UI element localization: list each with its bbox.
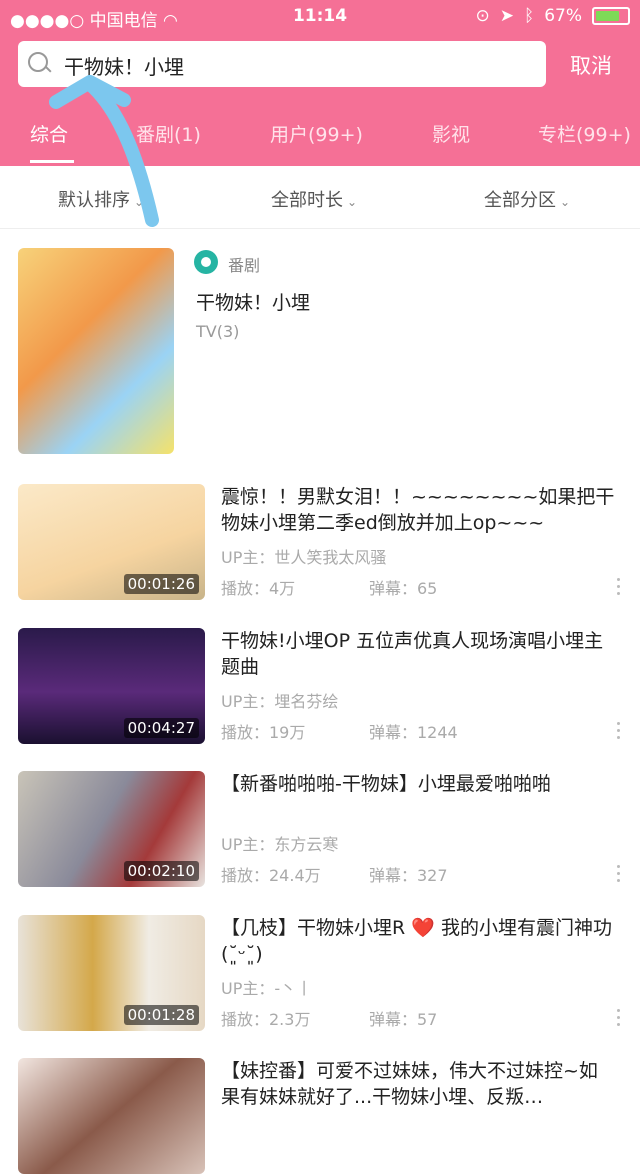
more-icon[interactable] xyxy=(617,865,621,885)
search-box[interactable] xyxy=(18,41,546,87)
video-title[interactable]: 干物妹!小埋OP 五位声优真人现场演唱小埋主题曲 xyxy=(221,628,616,680)
video-thumbnail[interactable]: 00:01:26 xyxy=(18,484,205,600)
app-header: ●●●●○ 中国电信 ◠ 11:14 ⊙ ➤ ᛒ 67% 取消 综合 番剧(1)… xyxy=(0,0,640,166)
uploader: UP主：世人笑我太风骚 xyxy=(221,548,387,567)
duration-filter[interactable]: 全部时长 ⌄ xyxy=(271,186,357,212)
tab-columns[interactable]: 专栏(99+) xyxy=(538,120,631,147)
filter-bar: 默认排序 ⌄ 全部时长 ⌄ 全部分区 ⌄ xyxy=(0,166,640,229)
bangumi-result[interactable]: 番剧 干物妹！小埋 TV(3) xyxy=(18,248,640,456)
danmaku-count: 弹幕：57 xyxy=(369,1010,438,1029)
uploader: UP主：埋名芬绘 xyxy=(221,692,339,711)
video-thumbnail[interactable]: 00:02:10 xyxy=(18,771,205,887)
video-title[interactable]: 【新番啪啪啪-干物妹】小埋最爱啪啪啪 xyxy=(221,771,616,797)
location-icon: ➤ xyxy=(499,6,514,26)
bangumi-badge-icon xyxy=(194,250,218,274)
bangumi-title[interactable]: 干物妹！小埋 xyxy=(196,288,310,315)
danmaku-count: 弹幕：65 xyxy=(369,579,438,598)
duration-badge: 00:04:27 xyxy=(123,718,199,738)
tab-all[interactable]: 综合 xyxy=(30,120,68,147)
chevron-down-icon: ⌄ xyxy=(560,195,571,209)
uploader: UP主：-丶丨 xyxy=(221,979,313,998)
video-item[interactable]: 00:01:28 【几枝】干物妹小埋R ❤️ 我的小埋有震门神功 (˘͈ᵕ˘͈)… xyxy=(18,915,640,1033)
sort-filter[interactable]: 默认排序 ⌄ xyxy=(58,186,144,212)
search-icon xyxy=(28,52,48,72)
duration-badge: 00:01:26 xyxy=(123,574,199,594)
video-title[interactable]: 【妹控番】可爱不过妹妹，伟大不过妹控~如果有妹妹就好了...干物妹小埋、反叛… xyxy=(221,1058,616,1110)
result-tabs: 综合 番剧(1) 用户(99+) 影视 专栏(99+) xyxy=(0,116,640,166)
play-count: 播放：2.3万 xyxy=(221,1010,311,1029)
tab-bangumi[interactable]: 番剧(1) xyxy=(136,120,201,147)
video-thumbnail[interactable]: 00:01:28 xyxy=(18,915,205,1031)
status-bar: ●●●●○ 中国电信 ◠ 11:14 ⊙ ➤ ᛒ 67% xyxy=(0,0,640,34)
search-input[interactable] xyxy=(62,49,536,81)
bangumi-cover-image[interactable] xyxy=(18,248,174,454)
video-item[interactable]: 00:02:10 【新番啪啪啪-干物妹】小埋最爱啪啪啪 UP主：东方云寒 播放：… xyxy=(18,771,640,889)
battery-icon xyxy=(592,7,630,25)
video-thumbnail[interactable]: 00:04:27 xyxy=(18,628,205,744)
active-tab-indicator xyxy=(30,160,74,163)
more-icon[interactable] xyxy=(617,722,621,742)
duration-badge: 00:02:10 xyxy=(123,861,199,881)
video-title[interactable]: 震惊！！男默女泪！！~~~~~~~~如果把干物妹小埋第二季ed倒放并加上op~~… xyxy=(221,484,616,536)
chevron-down-icon: ⌄ xyxy=(134,195,145,209)
more-icon[interactable] xyxy=(617,1009,621,1029)
battery-percent: 67% xyxy=(544,6,582,26)
video-item[interactable]: 00:01:26 震惊！！男默女泪！！~~~~~~~~如果把干物妹小埋第二季ed… xyxy=(18,484,640,602)
tab-users[interactable]: 用户(99+) xyxy=(270,120,363,147)
danmaku-count: 弹幕：327 xyxy=(369,866,448,885)
status-right: ⊙ ➤ ᛒ 67% xyxy=(475,6,630,26)
play-count: 播放：24.4万 xyxy=(221,866,321,885)
bangumi-subtitle: TV(3) xyxy=(196,322,240,341)
video-thumbnail[interactable] xyxy=(18,1058,205,1174)
play-count: 播放：4万 xyxy=(221,579,296,598)
lock-rotation-icon: ⊙ xyxy=(475,6,490,26)
danmaku-count: 弹幕：1244 xyxy=(369,723,458,742)
bluetooth-icon: ᛒ xyxy=(524,6,535,26)
uploader: UP主：东方云寒 xyxy=(221,835,339,854)
video-title[interactable]: 【几枝】干物妹小埋R ❤️ 我的小埋有震门神功 (˘͈ᵕ˘͈) xyxy=(221,915,616,967)
duration-badge: 00:01:28 xyxy=(123,1005,199,1025)
play-count: 播放：19万 xyxy=(221,723,306,742)
cancel-button[interactable]: 取消 xyxy=(570,50,612,80)
video-item[interactable]: 00:04:27 干物妹!小埋OP 五位声优真人现场演唱小埋主题曲 UP主：埋名… xyxy=(18,628,640,746)
video-item[interactable]: 【妹控番】可爱不过妹妹，伟大不过妹控~如果有妹妹就好了...干物妹小埋、反叛… xyxy=(18,1058,640,1176)
chevron-down-icon: ⌄ xyxy=(347,195,358,209)
tab-movies[interactable]: 影视 xyxy=(432,120,470,147)
more-icon[interactable] xyxy=(617,578,621,598)
category-filter[interactable]: 全部分区 ⌄ xyxy=(484,186,570,212)
bangumi-badge: 番剧 xyxy=(228,256,261,275)
